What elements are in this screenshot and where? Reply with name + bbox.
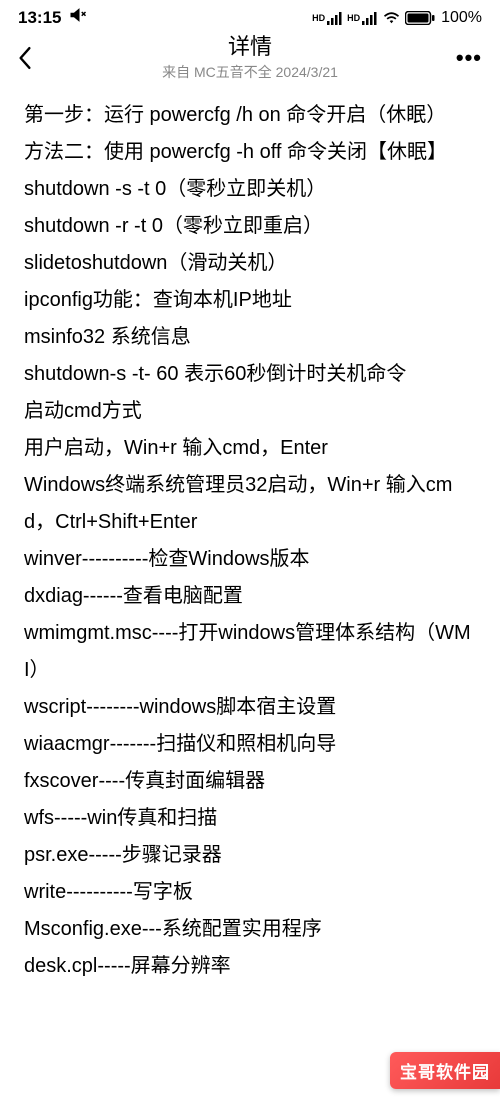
content-line: msinfo32 系统信息 [24, 319, 476, 356]
signal-icon-1 [327, 11, 343, 25]
status-bar: 13:15 HD HD [0, 0, 500, 33]
back-button[interactable] [18, 46, 48, 70]
hd-indicator-2: HD [347, 13, 360, 23]
content-line: 用户启动，Win+r 输入cmd，Enter [24, 430, 476, 467]
content-line: wfs-----win传真和扫描 [24, 800, 476, 837]
page-title: 详情 [162, 34, 338, 60]
content-line: 方法二：使用 powercfg -h off 命令关闭【休眠】 [24, 134, 476, 171]
watermark-badge: 宝哥软件园 [390, 1052, 500, 1089]
more-button[interactable]: ••• [452, 45, 482, 71]
status-left: 13:15 [18, 6, 87, 29]
content-line: 第一步：运行 powercfg /h on 命令开启（休眠） [24, 97, 476, 134]
content-line: shutdown -r -t 0（零秒立即重启） [24, 208, 476, 245]
content-line: psr.exe-----步骤记录器 [24, 837, 476, 874]
content-line: ipconfig功能：查询本机IP地址 [24, 282, 476, 319]
content-line: write----------写字板 [24, 874, 476, 911]
status-time: 13:15 [18, 8, 61, 28]
content-line: fxscover----传真封面编辑器 [24, 763, 476, 800]
status-right: HD HD [312, 9, 482, 27]
content-line: Msconfig.exe---系统配置实用程序 [24, 911, 476, 948]
page-subtitle: 来自 MC五音不全 2024/3/21 [162, 62, 338, 82]
content-line: shutdown-s -t- 60 表示60秒倒计时关机命令 [24, 356, 476, 393]
signal-icon-2 [362, 11, 378, 25]
nav-bar: 详情 来自 MC五音不全 2024/3/21 ••• [0, 33, 500, 79]
content-line: slidetoshutdown（滑动关机） [24, 245, 476, 282]
content-line: dxdiag------查看电脑配置 [24, 578, 476, 615]
content-line: shutdown -s -t 0（零秒立即关机） [24, 171, 476, 208]
content-line: winver----------检查Windows版本 [24, 541, 476, 578]
hd-indicator-1: HD [312, 13, 325, 23]
content-line: 启动cmd方式 [24, 393, 476, 430]
battery-percent: 100% [441, 9, 482, 27]
more-icon: ••• [456, 45, 482, 71]
chevron-left-icon [18, 46, 32, 70]
mute-icon [69, 6, 87, 29]
wifi-icon [382, 11, 401, 25]
content-line: wscript--------windows脚本宿主设置 [24, 689, 476, 726]
content-line: wiaacmgr-------扫描仪和照相机向导 [24, 726, 476, 763]
content-line: desk.cpl-----屏幕分辨率 [24, 948, 476, 985]
nav-center: 详情 来自 MC五音不全 2024/3/21 [162, 34, 338, 82]
article-content: 第一步：运行 powercfg /h on 命令开启（休眠） 方法二：使用 po… [0, 79, 500, 985]
content-line: Windows终端系统管理员32启动，Win+r 输入cmd，Ctrl+Shif… [24, 467, 476, 541]
content-line: wmimgmt.msc----打开windows管理体系结构（WMI） [24, 615, 476, 689]
battery-icon [405, 11, 435, 25]
